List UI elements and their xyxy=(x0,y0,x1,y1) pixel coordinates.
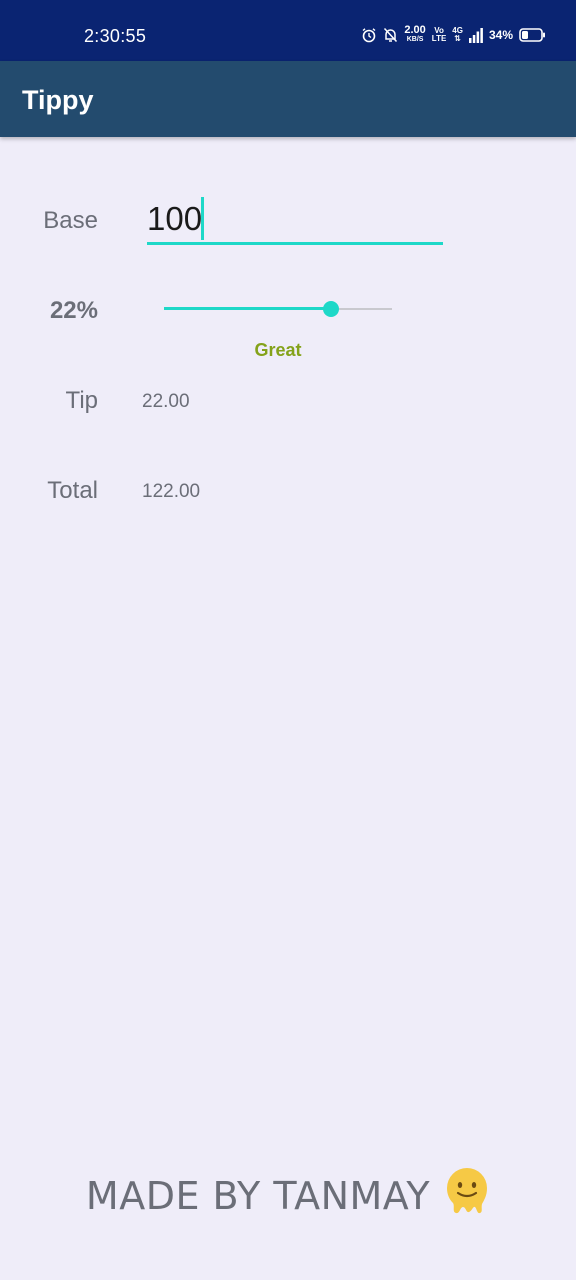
net-speed-value: 2.00 xyxy=(404,24,426,36)
network-type: 4G ⇅ xyxy=(452,27,463,43)
slider-thumb[interactable] xyxy=(323,301,339,317)
footer-text: MADE BY TANMAY xyxy=(85,1174,431,1218)
total-amount: 122.00 xyxy=(142,481,201,502)
tip-percent-slider[interactable] xyxy=(164,298,392,320)
bell-muted-icon xyxy=(383,27,398,43)
base-amount-input[interactable] xyxy=(147,196,443,245)
net-speed-unit: KB/S xyxy=(406,36,424,43)
tip-amount: 22.00 xyxy=(142,391,190,412)
app-title: Tippy xyxy=(22,85,94,115)
footer: MADE BY TANMAY xyxy=(0,1166,576,1226)
app-bar: Tippy xyxy=(0,61,576,137)
battery-icon xyxy=(519,28,546,42)
volte-indicator: Vo LTE xyxy=(432,27,447,43)
total-label: Total xyxy=(47,477,98,504)
data-arrows-icon: ⇅ xyxy=(454,34,461,43)
volte-bottom: LTE xyxy=(431,34,447,43)
signal-icon xyxy=(468,27,483,43)
melting-face-icon xyxy=(444,1166,490,1226)
battery-percent: 34% xyxy=(488,28,513,42)
tip-label: Tip xyxy=(65,387,98,414)
tip-percent-label: 22% xyxy=(49,297,98,324)
slider-fill xyxy=(164,307,331,310)
text-cursor xyxy=(201,197,204,240)
status-bar: 2:30:55 2.00 KB/S Vo LTE 4G ⇅ 34% xyxy=(0,0,576,61)
status-time: 2:30:55 xyxy=(84,26,147,46)
status-icons: 2.00 KB/S Vo LTE 4G ⇅ 34% xyxy=(361,24,546,44)
tip-description: Great xyxy=(254,340,302,360)
base-label: Base xyxy=(43,207,98,234)
net-speed: 2.00 KB/S xyxy=(404,24,426,44)
alarm-icon xyxy=(361,27,377,43)
